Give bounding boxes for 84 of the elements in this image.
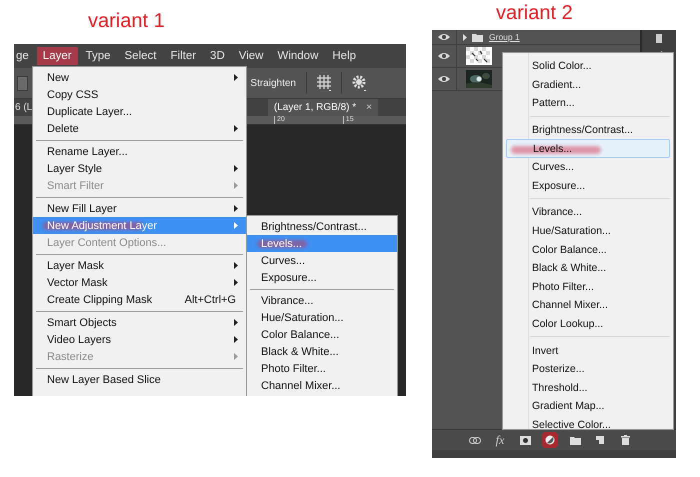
menu-item[interactable]: Levels... (506, 139, 670, 158)
link-icon (469, 436, 481, 444)
close-icon[interactable]: × (366, 102, 372, 113)
menu-item[interactable]: Brightness/Contrast... (506, 120, 670, 140)
menu-item[interactable]: Brightness/Contrast... (247, 218, 397, 235)
menu-item[interactable]: Hue/Saturation... (247, 309, 397, 326)
menu-item[interactable]: Rename Layer... (33, 143, 246, 160)
menu[interactable]: View (232, 47, 270, 65)
submenu-arrow-icon (234, 319, 238, 326)
menu[interactable]: ge (14, 47, 35, 65)
submenu-arrow-icon (234, 125, 238, 132)
folder-icon (570, 436, 580, 444)
submenu-arrow-icon (234, 279, 238, 286)
new-layer-icon (595, 435, 605, 445)
menu-item[interactable]: Threshold... (506, 378, 670, 398)
menu-item[interactable]: Gradient Map... (506, 397, 670, 416)
eye-icon[interactable] (438, 33, 450, 41)
menu-item[interactable]: Photo Filter... (247, 360, 397, 377)
menu[interactable]: Type (80, 47, 117, 65)
menu-item[interactable]: New Fill Layer (33, 200, 246, 217)
menu-item[interactable]: Smart Objects (33, 314, 246, 331)
highlight-smear (257, 240, 307, 248)
menu-item[interactable]: Channel Mixer... (506, 296, 670, 315)
submenu-arrow-icon (234, 165, 238, 172)
menu-item[interactable]: Invert (506, 341, 670, 360)
menu[interactable]: 3D (204, 47, 231, 65)
folder-icon (472, 32, 483, 42)
submenu-arrow-icon (234, 222, 238, 229)
menu[interactable]: Layer (36, 47, 78, 65)
menu-item[interactable]: Photo Filter... (506, 278, 670, 296)
menu-item[interactable]: Solid Color... (506, 57, 670, 76)
expand-arrow-icon[interactable] (463, 34, 467, 40)
menu-item[interactable]: New Layer Based Slice (33, 371, 246, 388)
menu-item[interactable]: Layer Style (33, 160, 246, 177)
document-tab[interactable]: 6 (L (14, 99, 34, 116)
menu-item[interactable]: Posterize... (506, 360, 670, 378)
mask-icon (520, 436, 530, 444)
adjustment-icon (545, 435, 555, 445)
trash-icon (620, 435, 630, 445)
menu-item[interactable]: Color Balance... (247, 326, 397, 343)
layer-name[interactable]: Group 1 (489, 32, 520, 42)
menu-item[interactable]: Hue/Saturation... (506, 222, 670, 240)
menu-item[interactable]: Black & White... (506, 258, 670, 278)
menu-item[interactable]: New Adjustment Layer (33, 217, 246, 234)
submenu-arrow-icon (234, 353, 238, 360)
footer-button[interactable] (542, 432, 558, 448)
menu-item[interactable]: Black & White... (247, 343, 397, 360)
menu-item[interactable]: Vibrance... (506, 203, 670, 222)
menu[interactable]: Help (326, 47, 362, 65)
fx-button[interactable]: fx (492, 432, 508, 448)
document-tab[interactable]: (Layer 1, RGB/8) * × (268, 99, 378, 116)
menu-item[interactable]: Gradient... (506, 76, 670, 94)
menu-item[interactable]: Exposure... (247, 269, 397, 286)
menu-item[interactable]: Layer Mask (33, 257, 246, 274)
menu-item[interactable]: Color Balance... (506, 240, 670, 259)
variant-label: variant 1 (88, 9, 165, 33)
menu[interactable]: Filter (164, 47, 202, 65)
menu[interactable]: Window (271, 47, 324, 65)
menu-item[interactable]: Pattern... (506, 94, 670, 113)
menu-item[interactable]: Channel Mixer... (247, 377, 397, 394)
submenu-arrow-icon (234, 205, 238, 212)
menu-item[interactable]: Levels... (247, 235, 397, 252)
submenu-arrow-icon (234, 182, 238, 189)
menu[interactable]: Select (118, 47, 162, 65)
submenu-arrow-icon (234, 262, 238, 269)
eye-icon[interactable] (438, 52, 450, 60)
menu-item[interactable]: Vibrance... (247, 292, 397, 309)
menu-item[interactable]: Create Clipping Mask Alt+Ctrl+G (33, 291, 246, 308)
variant-label: variant 2 (496, 1, 573, 25)
menu-item[interactable]: Vector Mask (33, 274, 246, 291)
submenu-arrow-icon (234, 336, 238, 343)
menu-item[interactable]: Video Layers (33, 331, 246, 348)
layer-row[interactable]: Group 1 (432, 30, 640, 45)
menu-item[interactable]: Exposure... (506, 176, 670, 196)
menu-item[interactable]: Selective Color... (506, 416, 670, 429)
menu-item[interactable]: Color Lookup... (506, 314, 670, 334)
menu-item[interactable]: Curves... (506, 158, 670, 177)
settings-icon[interactable] (352, 75, 366, 91)
eye-icon[interactable] (438, 75, 450, 83)
submenu-arrow-icon (234, 74, 238, 81)
menu-item[interactable]: Copy CSS (33, 86, 246, 103)
menu-item[interactable]: New (33, 69, 246, 86)
menu-item[interactable]: Curves... (247, 252, 397, 269)
grid-icon[interactable] (317, 75, 331, 91)
